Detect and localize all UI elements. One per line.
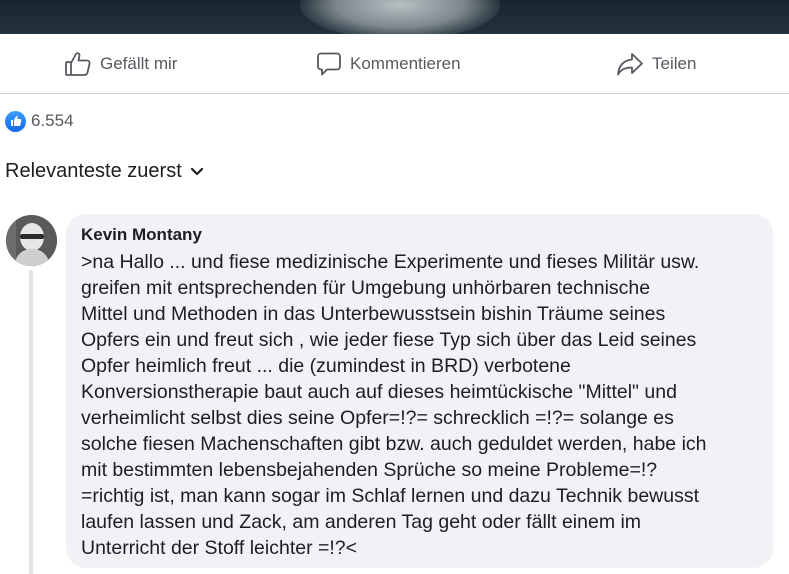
post-media-image[interactable]	[0, 0, 789, 34]
comment-button[interactable]: Kommentieren	[316, 50, 461, 78]
thumbs-up-icon	[5, 110, 26, 132]
comment-text: >na Hallo ... und fiese medizinische Exp…	[81, 251, 707, 559]
comment-author[interactable]: Kevin Montany	[81, 225, 202, 245]
comment-label: Kommentieren	[350, 54, 461, 73]
share-label: Teilen	[652, 54, 697, 73]
reaction-count: 6.554	[31, 111, 74, 130]
chevron-down-icon	[190, 160, 204, 183]
media-highlight	[300, 0, 500, 34]
like-label: Gefällt mir	[100, 54, 178, 73]
sort-label: Relevanteste zuerst	[5, 159, 182, 182]
share-arrow-icon	[616, 51, 644, 77]
thread-line	[29, 270, 33, 574]
like-button[interactable]: Gefällt mir	[64, 50, 177, 78]
post-action-bar: Gefällt mir Kommentieren Teilen	[0, 34, 789, 94]
share-button[interactable]: Teilen	[616, 50, 696, 78]
avatar[interactable]	[6, 215, 57, 266]
thumbs-up-outline-icon	[64, 51, 92, 77]
reactions-summary[interactable]: 6.554	[5, 110, 74, 132]
comment-bubble-icon	[316, 51, 342, 77]
comment-sort-dropdown[interactable]: Relevanteste zuerst	[5, 159, 204, 183]
